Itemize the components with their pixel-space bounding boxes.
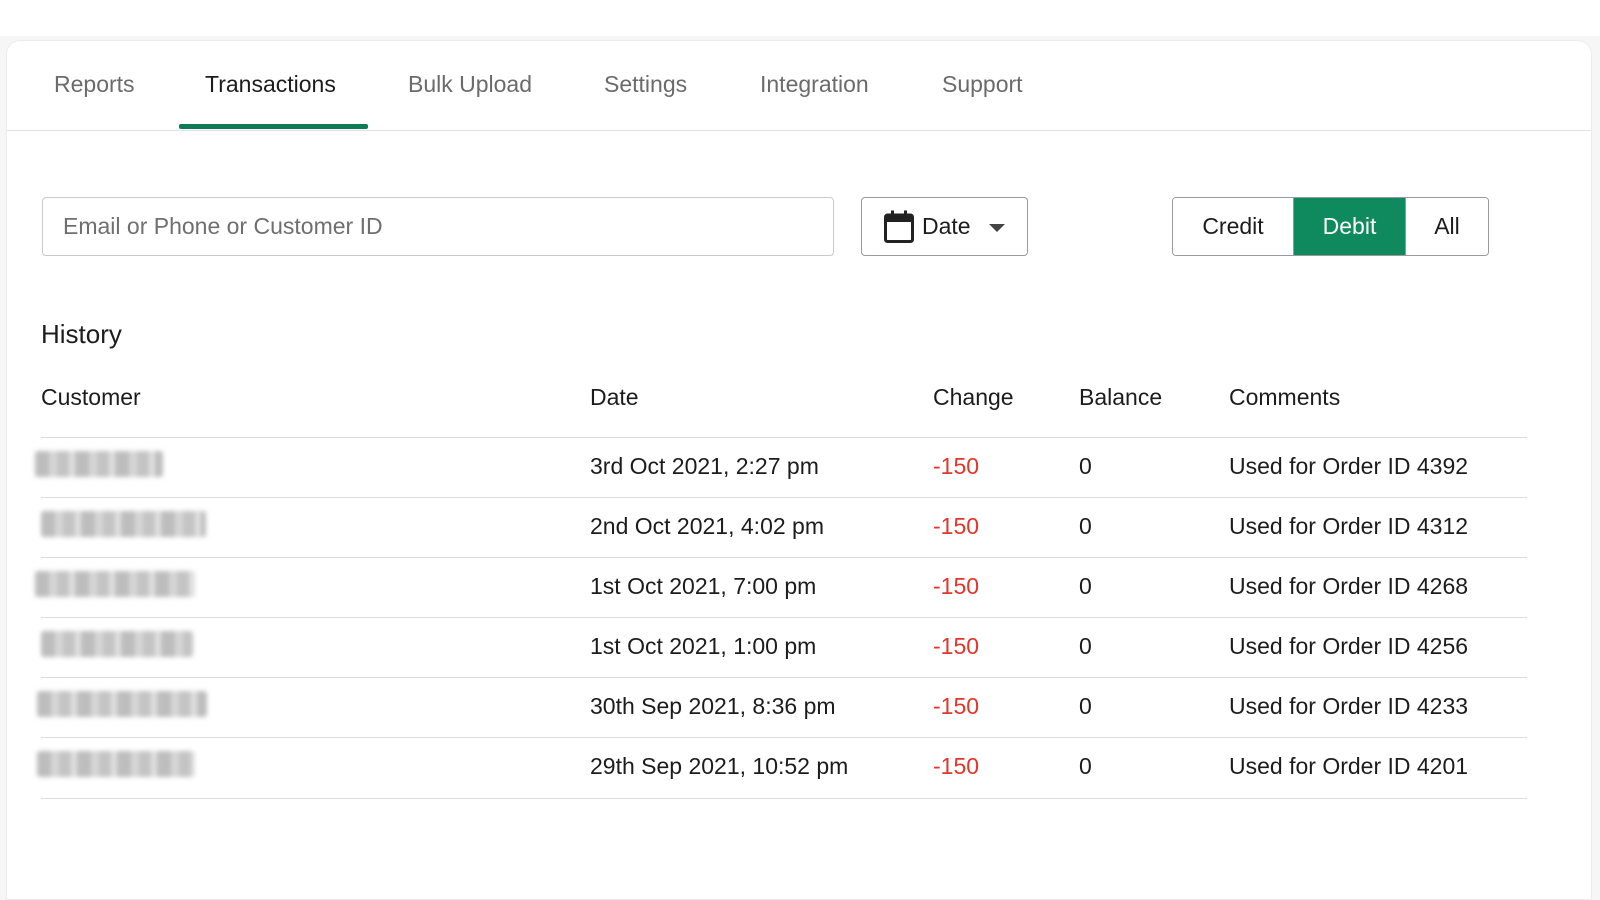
tab-bar: Reports Transactions Bulk Upload Setting…	[7, 41, 1591, 131]
redacted-customer-name	[35, 451, 163, 477]
row-comment: Used for Order ID 4233	[1229, 693, 1469, 719]
row-date: 2nd Oct 2021, 4:02 pm	[590, 513, 824, 539]
history-heading: History	[41, 319, 122, 349]
transaction-type-toggle: Credit Debit All	[1172, 197, 1489, 256]
column-header-date: Date	[590, 384, 639, 410]
tab-reports[interactable]: Reports	[54, 71, 135, 98]
table-row: 29th Sep 2021, 10:52 pm -150 0 Used for …	[7, 738, 1591, 798]
table-row: 30th Sep 2021, 8:36 pm -150 0 Used for O…	[7, 678, 1591, 738]
table-bottom-divider	[41, 798, 1527, 799]
customer-search-input[interactable]	[42, 197, 834, 256]
redacted-customer-name	[35, 571, 195, 597]
row-date: 1st Oct 2021, 1:00 pm	[590, 633, 817, 659]
tab-bulk-upload[interactable]: Bulk Upload	[408, 71, 532, 98]
column-header-customer: Customer	[41, 384, 141, 410]
column-header-comments: Comments	[1229, 384, 1341, 410]
row-balance: 0	[1079, 753, 1092, 779]
all-filter-button[interactable]: All	[1405, 198, 1488, 255]
tab-integration[interactable]: Integration	[760, 71, 869, 98]
credit-filter-button[interactable]: Credit	[1173, 198, 1294, 255]
row-change: -150	[933, 453, 980, 479]
table-row: 1st Oct 2021, 1:00 pm -150 0 Used for Or…	[7, 618, 1591, 678]
row-comment: Used for Order ID 4268	[1229, 573, 1469, 599]
table-row: 2nd Oct 2021, 4:02 pm -150 0 Used for Or…	[7, 498, 1591, 558]
row-balance: 0	[1079, 573, 1092, 599]
active-tab-indicator	[179, 124, 368, 129]
table-row: 3rd Oct 2021, 2:27 pm -150 0 Used for Or…	[7, 438, 1591, 498]
row-comment: Used for Order ID 4312	[1229, 513, 1469, 539]
calendar-icon	[884, 210, 914, 243]
date-filter-button[interactable]: Date	[861, 197, 1028, 256]
chevron-down-icon	[989, 224, 1005, 232]
transactions-panel: Reports Transactions Bulk Upload Setting…	[6, 40, 1592, 900]
row-date: 29th Sep 2021, 10:52 pm	[590, 753, 849, 779]
redacted-customer-name	[41, 631, 193, 657]
tab-transactions[interactable]: Transactions	[205, 71, 336, 98]
row-comment: Used for Order ID 4201	[1229, 753, 1469, 779]
table-row: 1st Oct 2021, 7:00 pm -150 0 Used for Or…	[7, 558, 1591, 618]
redacted-customer-name	[37, 751, 195, 777]
redacted-customer-name	[37, 691, 207, 717]
row-change: -150	[933, 633, 980, 659]
redacted-customer-name	[41, 511, 206, 537]
tab-settings[interactable]: Settings	[604, 71, 687, 98]
row-balance: 0	[1079, 693, 1092, 719]
row-date: 3rd Oct 2021, 2:27 pm	[590, 453, 819, 479]
debit-filter-button[interactable]: Debit	[1294, 198, 1405, 255]
row-balance: 0	[1079, 453, 1092, 479]
row-date: 30th Sep 2021, 8:36 pm	[590, 693, 836, 719]
row-change: -150	[933, 513, 980, 539]
row-comment: Used for Order ID 4392	[1229, 453, 1469, 479]
row-comment: Used for Order ID 4256	[1229, 633, 1469, 659]
row-balance: 0	[1079, 513, 1092, 539]
row-change: -150	[933, 753, 980, 779]
top-strip	[0, 0, 1600, 36]
row-change: -150	[933, 693, 980, 719]
row-balance: 0	[1079, 633, 1092, 659]
date-filter-label: Date	[922, 213, 971, 239]
column-header-balance: Balance	[1079, 384, 1163, 410]
row-date: 1st Oct 2021, 7:00 pm	[590, 573, 817, 599]
row-change: -150	[933, 573, 980, 599]
tab-support[interactable]: Support	[942, 71, 1023, 98]
column-header-change: Change	[933, 384, 1014, 410]
